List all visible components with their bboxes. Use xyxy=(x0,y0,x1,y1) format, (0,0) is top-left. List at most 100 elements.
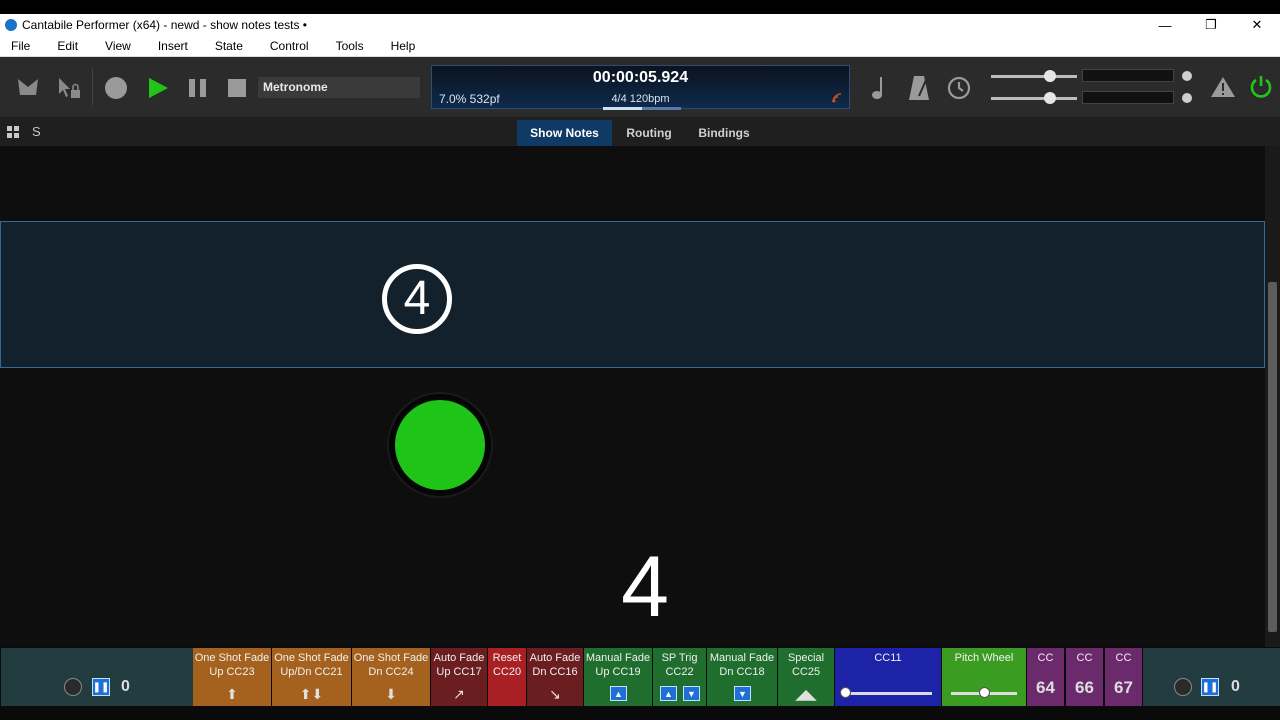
menu-tools[interactable]: Tools xyxy=(325,39,372,53)
cc-value-label: CC xyxy=(1037,652,1054,664)
binding-panel[interactable]: One Shot Fade Up CC23 ⬆ xyxy=(193,648,271,706)
binding-label: One Shot Fade Up/Dn CC21 xyxy=(272,651,351,679)
binding-label-line1: Special xyxy=(787,652,825,664)
menu-help[interactable]: Help xyxy=(380,39,424,53)
title-bar: Cantabile Performer (x64) - newd - show … xyxy=(0,14,1280,36)
menu-state[interactable]: State xyxy=(204,39,251,53)
tab-bindings[interactable]: Bindings xyxy=(688,120,760,146)
right-pause-button[interactable]: ❚❚ xyxy=(1201,678,1219,696)
cc11-knob[interactable] xyxy=(840,687,851,698)
scroll-thumb[interactable] xyxy=(1268,282,1277,632)
left-transport-panel: ❚❚ 0 xyxy=(1,648,193,706)
power-icon[interactable] xyxy=(1248,74,1274,100)
cc-value-number: 66 xyxy=(1075,678,1094,697)
binding-label: Manual Fade Up CC19 xyxy=(584,651,652,679)
binding-panel[interactable]: Auto Fade Dn CC16 ↘ xyxy=(527,648,583,706)
cc-value-button[interactable]: CC 64 xyxy=(1027,648,1064,706)
selected-note-row[interactable] xyxy=(0,221,1265,368)
binding-label: Auto Fade Up CC17 xyxy=(431,651,487,679)
down-arrow-button[interactable]: ▼ xyxy=(734,686,751,701)
record-icon[interactable] xyxy=(104,76,128,100)
binding-panel[interactable]: One Shot Fade Dn CC24 ⬇ xyxy=(352,648,430,706)
right-record-button[interactable] xyxy=(1174,678,1192,696)
warning-icon[interactable] xyxy=(1210,75,1236,99)
right-value: 0 xyxy=(1231,678,1240,695)
maximize-button[interactable]: ❐ xyxy=(1188,14,1234,36)
s-toggle[interactable]: S xyxy=(32,124,41,139)
big-number: 4 xyxy=(621,539,669,635)
binding-glyph-icon: ⬆⬇ xyxy=(299,686,324,702)
binding-glyph-icon: ↗ xyxy=(453,686,465,702)
background-icon[interactable] xyxy=(16,77,40,99)
binding-panel[interactable]: Special CC25 ◢◣ xyxy=(778,648,834,706)
menu-view[interactable]: View xyxy=(94,39,139,53)
binding-label: Reset CC20 xyxy=(488,651,526,679)
metronome-icon[interactable] xyxy=(907,74,931,102)
beat-progress-bar xyxy=(603,107,681,110)
binding-label-line2: Dn CC18 xyxy=(719,666,765,678)
menu-control[interactable]: Control xyxy=(259,39,317,53)
menu-bar: File Edit View Insert State Control Tool… xyxy=(0,36,1280,57)
pointer-lock-icon[interactable] xyxy=(56,76,82,100)
cc11-slider-panel[interactable]: CC11 xyxy=(835,648,941,706)
toolbar: Metronome 00:00:05.924 7.0% 532pf 4/4 12… xyxy=(0,57,1280,117)
tab-show-notes[interactable]: Show Notes xyxy=(517,120,612,146)
close-button[interactable]: ✕ xyxy=(1234,14,1280,36)
app-logo-icon xyxy=(5,19,17,31)
cc-value-number: 64 xyxy=(1036,678,1055,697)
left-value: 0 xyxy=(121,678,130,695)
binding-panel[interactable]: Reset CC20 xyxy=(488,648,526,706)
binding-panel[interactable]: SP Trig CC22 ▲ ▼ xyxy=(653,648,706,706)
cc-value-button[interactable]: CC 66 xyxy=(1066,648,1103,706)
app-window: Cantabile Performer (x64) - newd - show … xyxy=(0,0,1280,720)
binding-panel[interactable]: One Shot Fade Up/Dn CC21 ⬆⬇ xyxy=(272,648,351,706)
song-name-field[interactable]: Metronome xyxy=(258,77,420,98)
right-transport-panel: ❚❚ 0 xyxy=(1143,648,1280,706)
binding-label-line2: Up CC17 xyxy=(436,666,482,678)
menu-insert[interactable]: Insert xyxy=(147,39,196,53)
binding-label-line1: One Shot Fade xyxy=(194,652,270,664)
secondary-clip-indicator xyxy=(1182,93,1192,103)
up-arrow-button[interactable]: ▲ xyxy=(610,686,627,701)
stop-icon[interactable] xyxy=(227,78,247,98)
menu-file[interactable]: File xyxy=(0,39,38,53)
cc-value-button[interactable]: CC 67 xyxy=(1105,648,1142,706)
window-title: Cantabile Performer (x64) - newd - show … xyxy=(22,18,307,32)
left-pause-button[interactable]: ❚❚ xyxy=(92,678,110,696)
show-notes-area: 4 4 xyxy=(0,146,1265,647)
menu-edit[interactable]: Edit xyxy=(46,39,86,53)
binding-label-line1: One Shot Fade xyxy=(274,652,349,664)
pause-icon[interactable] xyxy=(187,77,209,99)
minimize-button[interactable]: — xyxy=(1142,14,1188,36)
binding-label-line1: Auto Fade xyxy=(433,652,485,664)
binding-panel[interactable]: Auto Fade Up CC17 ↗ xyxy=(431,648,487,706)
main-clip-indicator xyxy=(1182,71,1192,81)
binding-label-line2: Up CC23 xyxy=(209,666,255,678)
pitch-wheel-knob[interactable] xyxy=(979,687,990,698)
play-icon[interactable] xyxy=(146,76,170,100)
clock-icon[interactable] xyxy=(946,75,972,101)
note-icon[interactable] xyxy=(870,75,890,101)
binding-label-line1: SP Trig xyxy=(661,652,698,664)
binding-panel[interactable]: Manual Fade Up CC19 ▲ xyxy=(584,648,652,706)
green-indicator xyxy=(389,394,491,496)
binding-label: Manual Fade Dn CC18 xyxy=(707,651,777,679)
binding-label: Special CC25 xyxy=(778,651,834,679)
bindings-bar: ❚❚ 0 One Shot Fade Up CC23 ⬆ One Shot Fade U… xyxy=(0,647,1280,720)
binding-label-line2: Dn CC16 xyxy=(532,666,578,678)
pitch-wheel-panel[interactable]: Pitch Wheel xyxy=(942,648,1026,706)
down-arrow-button[interactable]: ▼ xyxy=(683,686,700,701)
tab-routing[interactable]: Routing xyxy=(614,120,684,146)
cc-value-label: CC xyxy=(1115,652,1132,664)
binding-glyph-icon: ↘ xyxy=(549,686,561,702)
grid-icon[interactable] xyxy=(7,126,20,138)
up-arrow-button[interactable]: ▲ xyxy=(660,686,677,701)
binding-panel[interactable]: Manual Fade Dn CC18 ▼ xyxy=(707,648,777,706)
binding-label-line1: Auto Fade xyxy=(529,652,581,664)
cc-value-label: CC xyxy=(1076,652,1093,664)
left-record-button[interactable] xyxy=(64,678,82,696)
vertical-scrollbar[interactable] xyxy=(1265,146,1280,647)
binding-label-line2: CC20 xyxy=(492,666,522,678)
transport-time: 00:00:05.924 xyxy=(592,69,689,86)
binding-glyph-icon: ⬆ xyxy=(226,686,238,702)
